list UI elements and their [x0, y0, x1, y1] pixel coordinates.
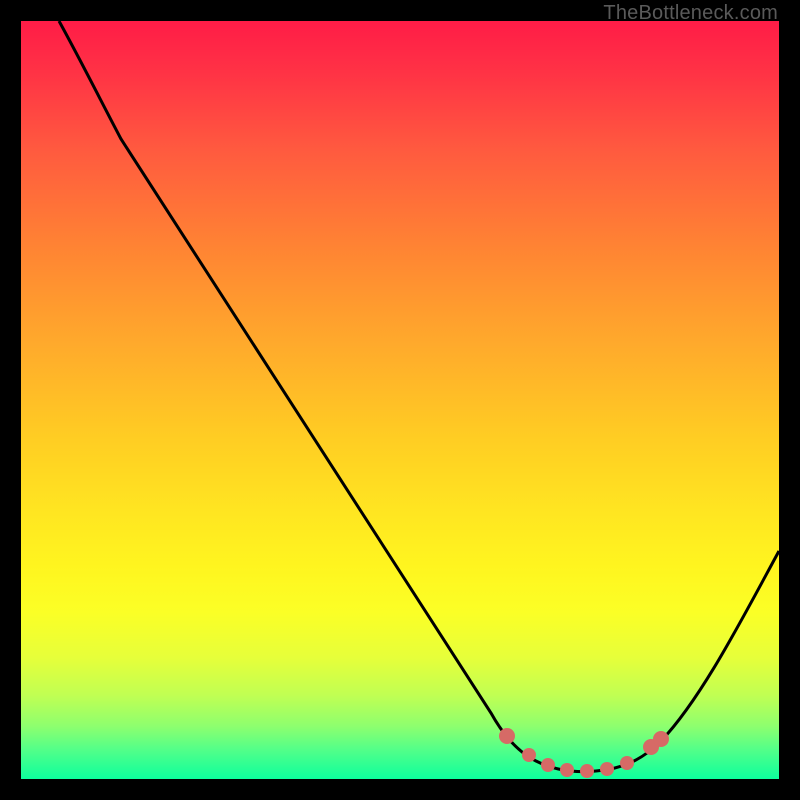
bottleneck-curve-svg — [21, 21, 779, 779]
chart-container: TheBottleneck.com — [0, 0, 800, 800]
valley-markers — [499, 728, 669, 778]
watermark-text: TheBottleneck.com — [603, 2, 778, 25]
bottleneck-curve — [59, 21, 779, 772]
plot-area — [21, 21, 779, 779]
